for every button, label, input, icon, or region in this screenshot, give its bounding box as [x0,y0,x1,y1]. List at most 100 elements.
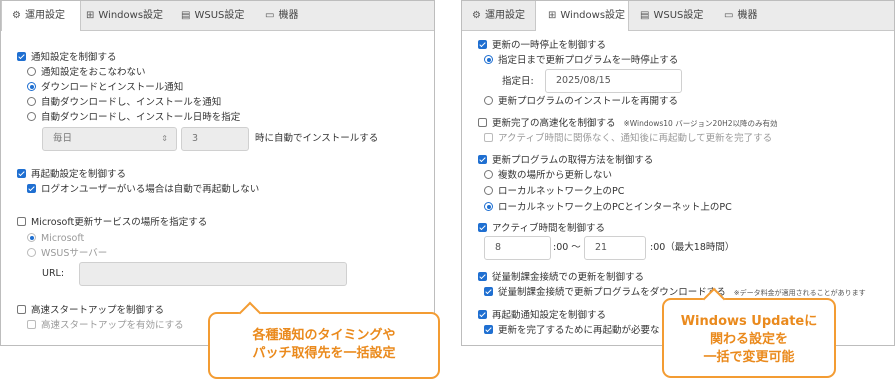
checkbox-checked[interactable] [478,40,487,49]
metered-control-checkbox[interactable]: 従量制課金接続での更新を制御する [478,271,644,285]
pause-date-input[interactable]: 2025/08/15 [545,69,682,93]
checkbox-label: 更新完了の高速化を制御する [492,118,616,129]
pause-until-date-radio[interactable]: 指定日まで更新プログラムを一時停止する [484,54,678,68]
restart-required-checkbox[interactable]: 更新を完了するために再起動が必要な [484,324,660,338]
windows-icon: ⊞ [548,10,557,21]
radio-selected[interactable] [484,202,493,211]
restart-notify-checkbox[interactable]: 再起動通知設定を制御する [478,309,606,323]
date-label: 指定日: [502,76,534,87]
checkbox[interactable] [17,217,26,226]
gear-icon: ⚙ [12,10,21,21]
tab-label: 機器 [737,10,758,21]
checkbox[interactable] [478,118,487,127]
checkbox-disabled[interactable] [27,320,36,329]
enable-fast-startup-checkbox[interactable]: 高速スタートアップを有効にする [27,319,184,333]
source-control-checkbox[interactable]: 更新プログラムの取得方法を制御する [478,154,653,168]
tab-label: WSUS設定 [194,10,245,21]
radio[interactable] [484,170,493,179]
radio[interactable] [27,97,36,106]
active-hours-checkbox[interactable]: アクティブ時間を制御する [478,222,605,236]
radio-selected[interactable] [27,82,36,91]
restart-after-notify-checkbox[interactable]: アクティブ時間に関係なく、通知後に再起動して更新を完了する [484,132,772,146]
radio[interactable] [27,112,36,121]
checkbox-checked[interactable] [478,310,487,319]
checkbox[interactable] [17,305,26,314]
radio[interactable] [484,186,493,195]
active-suffix: :00（最大18時間） [650,242,735,253]
tab-devices[interactable]: ▭ 機器 [265,1,298,30]
tab-label: WSUS設定 [653,10,704,21]
radio-selected-disabled[interactable] [27,233,36,242]
ms-update-location-checkbox[interactable]: Microsoft更新サービスの場所を指定する [17,216,207,230]
schedule-hour-input[interactable]: 3 [181,127,249,151]
callout-line: 一括で変更可能 [703,350,795,365]
chevron-updown-icon: ⇕ [161,134,168,143]
no-auto-restart-checkbox[interactable]: ログオンユーザーがいる場合は自動で再起動しない [27,183,259,197]
checkbox-label: アクティブ時間を制御する [492,223,605,234]
checkbox-checked[interactable] [17,169,26,178]
tab-windows-settings[interactable]: ⊞ Windows設定 [535,1,629,31]
server-icon: ▤ [640,10,650,21]
checkbox-checked[interactable] [17,52,26,61]
checkbox-checked[interactable] [484,287,493,296]
monitor-icon: ▭ [724,10,734,21]
pause-control-checkbox[interactable]: 更新の一時停止を制御する [478,39,606,53]
active-separator: :00 〜 [553,242,581,253]
source-option-lan-internet[interactable]: ローカルネットワーク上のPCとインターネット上のPC [484,201,732,215]
notify-control-checkbox[interactable]: 通知設定を制御する [17,51,117,65]
checkbox-checked[interactable] [27,184,36,193]
radio-selected[interactable] [484,55,493,64]
radio-label: ダウンロードとインストール通知 [41,82,184,93]
notify-option-auto-schedule[interactable]: 自動ダウンロードし、インストール日時を指定 [27,111,240,125]
left-callout: 各種通知のタイミングや パッチ取得先を一括設定 [208,301,440,379]
input-value: 2025/08/15 [556,75,611,86]
active-end-input[interactable]: 21 [584,236,646,260]
ms-update-option-microsoft[interactable]: Microsoft [27,232,84,246]
windows-settings-panel: ⚙ 運用設定 ⊞ Windows設定 ▤ WSUS設定 ▭ 機器 更新の一時停止を制御す… [461,0,895,346]
radio-disabled[interactable] [27,248,36,257]
notify-option-none[interactable]: 通知設定をおこなわない [27,66,146,80]
checkbox-label: 従量制課金接続での更新を制御する [492,272,645,283]
checkbox-label: 高速スタートアップを制御する [31,305,165,316]
notify-option-auto-notify[interactable]: 自動ダウンロードし、インストールを通知 [27,96,221,110]
checkbox-checked[interactable] [478,223,487,232]
source-option-lan[interactable]: ローカルネットワーク上のPC [484,185,624,199]
tab-operation-settings[interactable]: ⚙ 運用設定 [1,1,81,31]
checkbox-label: 再起動設定を制御する [31,169,127,180]
tab-operation-settings[interactable]: ⚙ 運用設定 [472,1,525,30]
gear-icon: ⚙ [472,10,481,21]
callout-line: 関わる設定を [709,332,788,347]
source-option-none[interactable]: 複数の場所から更新しない [484,169,612,183]
active-start-input[interactable]: 8 [484,236,551,260]
tab-windows-settings[interactable]: ⊞ Windows設定 [86,1,163,30]
radio-label: WSUSサーバー [41,248,108,259]
fast-complete-checkbox[interactable]: 更新完了の高速化を制御する ※Windows10 バージョン20H2以降のみ有効 [478,117,778,131]
operation-settings-panel: ⚙ 運用設定 ⊞ Windows設定 ▤ WSUS設定 ▭ 機器 通知設定を制御する 通… [0,0,435,346]
checkbox-checked[interactable] [484,325,493,334]
radio[interactable] [27,67,36,76]
checkbox-label: ログオンユーザーがいる場合は自動で再起動しない [41,184,260,195]
checkbox-label: 従量制課金接続で更新プログラムをダウンロードする [498,287,726,298]
callout-line: Windows Updateに [680,314,818,329]
tab-wsus-settings[interactable]: ▤ WSUS設定 [640,1,703,30]
radio[interactable] [484,96,493,105]
tab-label: 機器 [278,10,299,21]
fast-startup-checkbox[interactable]: 高速スタートアップを制御する [17,304,164,318]
schedule-day-select[interactable]: 毎日 ⇕ [42,127,177,151]
tab-wsus-settings[interactable]: ▤ WSUS設定 [181,1,244,30]
callout-line: パッチ取得先を一括設定 [252,346,396,361]
tab-devices[interactable]: ▭ 機器 [724,1,757,30]
select-value: 毎日 [53,133,73,144]
checkbox-disabled[interactable] [484,133,493,142]
radio-label: 通知設定をおこなわない [41,67,146,78]
resume-install-radio[interactable]: 更新プログラムのインストールを再開する [484,95,678,109]
ms-update-option-wsus[interactable]: WSUSサーバー [27,247,107,261]
monitor-icon: ▭ [265,10,275,21]
url-input[interactable] [79,262,347,286]
checkbox-checked[interactable] [478,155,487,164]
notify-option-download-install[interactable]: ダウンロードとインストール通知 [27,81,183,95]
checkbox-checked[interactable] [478,272,487,281]
right-callout: Windows Updateに 関わる設定を 一括で変更可能 [662,287,836,378]
restart-control-checkbox[interactable]: 再起動設定を制御する [17,168,126,182]
version-note: ※Windows10 バージョン20H2以降のみ有効 [623,119,778,128]
